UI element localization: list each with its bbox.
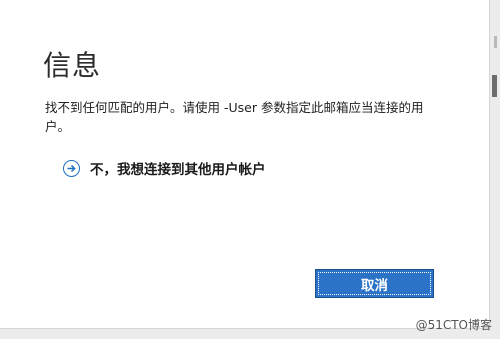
scrollbar-arrow[interactable] xyxy=(494,36,497,48)
scrollbar-thumb[interactable] xyxy=(492,75,497,97)
cancel-button-label: 取消 xyxy=(361,277,388,294)
option-label: 不，我想连接到其他用户帐户 xyxy=(90,162,266,178)
cancel-button[interactable]: 取消 xyxy=(315,269,434,298)
watermark: @51CTO博客 xyxy=(415,318,492,332)
dialog-title: 信息 xyxy=(43,49,102,82)
dialog-message: 找不到任何匹配的用户。请使用 -User 参数指定此邮箱应当连接的用户。 xyxy=(45,100,424,134)
info-dialog: 信息 找不到任何匹配的用户。请使用 -User 参数指定此邮箱应当连接的用户。 … xyxy=(0,0,490,329)
connect-other-user-option[interactable]: 不，我想连接到其他用户帐户 xyxy=(63,158,266,178)
arrow-right-circle-icon xyxy=(63,159,80,177)
